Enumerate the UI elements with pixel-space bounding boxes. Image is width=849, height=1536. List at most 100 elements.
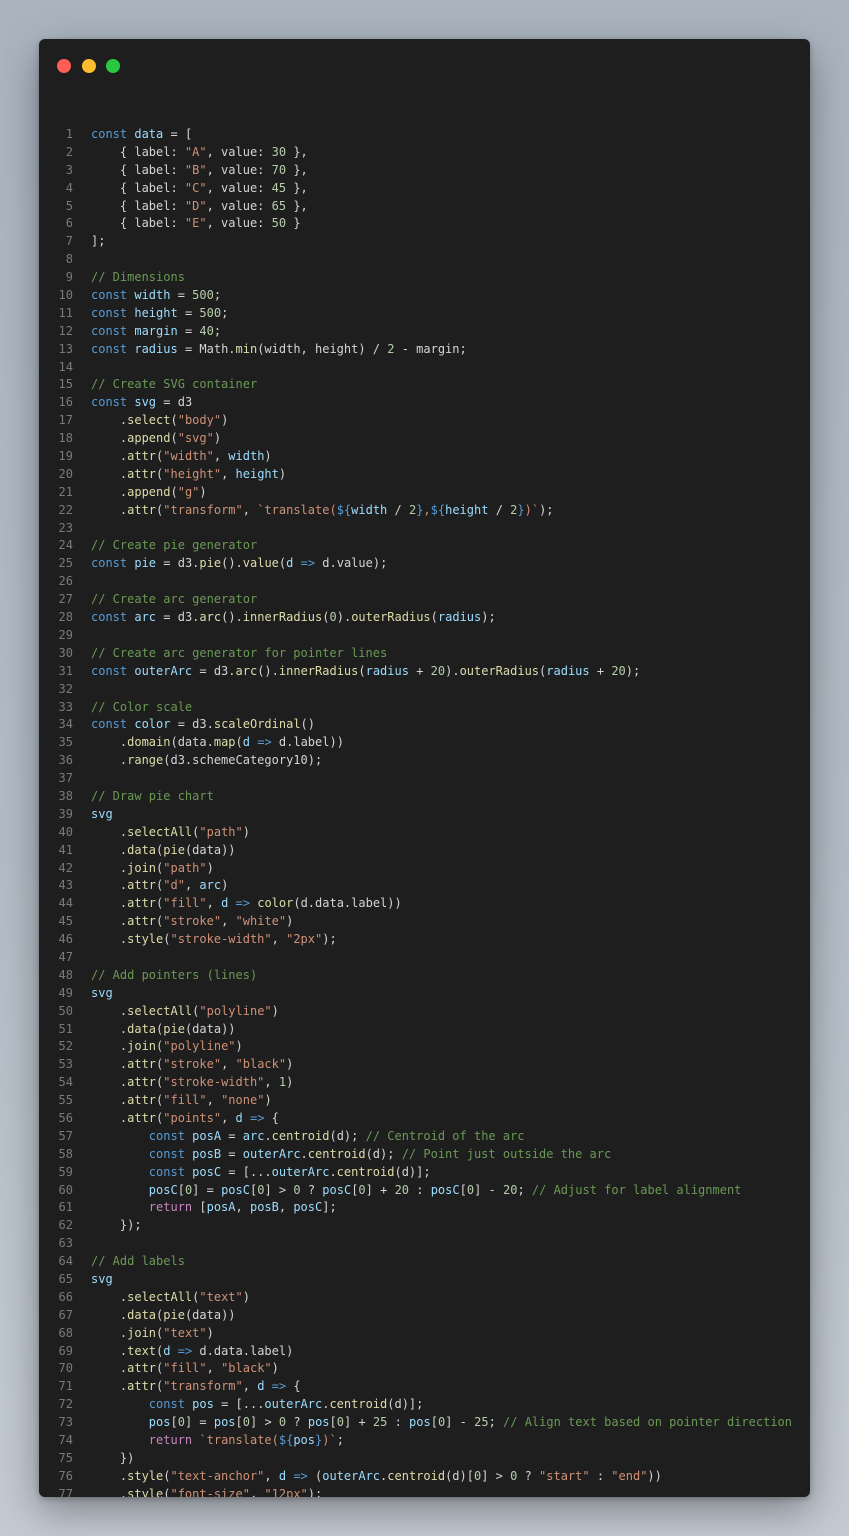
line-number: 34 xyxy=(58,717,73,732)
line-number: 14 xyxy=(58,359,73,374)
code-text: .selectAll("text") xyxy=(91,1289,250,1307)
text-token: . xyxy=(91,413,128,428)
text-token: ] + xyxy=(365,1182,395,1197)
text-token: ( xyxy=(235,735,243,750)
text-token: . xyxy=(329,1164,337,1179)
variable-token: pos xyxy=(148,1415,171,1430)
function-token: attr xyxy=(127,1110,157,1125)
line-number: 72 xyxy=(58,1397,73,1412)
text-token: + xyxy=(408,663,431,678)
function-token: outerRadius xyxy=(459,663,540,678)
function-token: attr xyxy=(127,878,157,893)
line-number: 16 xyxy=(58,395,73,410)
variable-token: svg xyxy=(91,806,113,821)
text-token: : xyxy=(387,1415,410,1430)
variable-token: posC xyxy=(192,1164,222,1179)
code-area[interactable]: 1 const data = [2 { label: "A", value: 30… xyxy=(39,126,810,1497)
line-number: 20 xyxy=(58,466,73,481)
code-text: .attr("width", width) xyxy=(91,448,272,466)
code-line: 75 }) xyxy=(39,1450,810,1468)
function-token: attr xyxy=(127,914,157,929)
text-token: . xyxy=(91,860,128,875)
number-token: 45 xyxy=(271,180,287,195)
line-number: 76 xyxy=(58,1468,73,1483)
keyword-token: const xyxy=(91,610,128,625)
code-text: const outerArc = d3.arc().innerRadius(ra… xyxy=(91,663,640,681)
variable-token: pos xyxy=(293,1433,316,1448)
text-token: ? xyxy=(517,1468,540,1483)
line-number: 70 xyxy=(58,1361,73,1376)
text-token: , value: xyxy=(206,144,272,159)
string-token: "text" xyxy=(163,1325,207,1340)
string-token: "g" xyxy=(177,484,200,499)
line-number: 30 xyxy=(58,645,73,660)
variable-token: posC xyxy=(322,1182,352,1197)
window-titlebar xyxy=(39,39,810,95)
line-number: 32 xyxy=(58,681,73,696)
code-text: .attr("stroke-width", 1) xyxy=(91,1074,293,1092)
minimize-button[interactable] xyxy=(82,59,96,73)
line-number: 26 xyxy=(58,574,73,589)
text-token: [ xyxy=(170,1415,178,1430)
code-text: const svg = d3 xyxy=(91,394,192,412)
string-token: "end" xyxy=(611,1468,648,1483)
maximize-button[interactable] xyxy=(106,59,120,73)
text-token: ]; xyxy=(322,1200,337,1215)
string-token: "fill" xyxy=(163,896,207,911)
function-token: attr xyxy=(127,896,157,911)
number-token: 20 xyxy=(430,663,446,678)
code-text: .attr("transform", `translate(${width / … xyxy=(91,502,554,520)
string-token: "stroke-width" xyxy=(170,932,272,947)
code-line: 21 .append("g") xyxy=(39,484,810,502)
string-token: "svg" xyxy=(177,431,214,446)
text-token: }) xyxy=(91,1450,135,1465)
keyword-token: const xyxy=(91,341,128,356)
function-token: attr xyxy=(127,1075,157,1090)
code-line: 16 const svg = d3 xyxy=(39,394,810,412)
text-token: (d3.schemeCategory10); xyxy=(163,753,323,768)
keyword-token: const xyxy=(148,1164,185,1179)
code-text: const height = 500; xyxy=(91,305,228,323)
code-text: { label: "C", value: 45 }, xyxy=(91,180,308,198)
text-token: (d)[ xyxy=(445,1468,474,1483)
text-token: , xyxy=(235,1200,250,1215)
text-token: { xyxy=(264,1110,279,1125)
function-token: selectAll xyxy=(127,1003,193,1018)
text-token: d.data.label) xyxy=(192,1343,294,1358)
code-line: 1 const data = [ xyxy=(39,126,810,144)
text-token: ); xyxy=(625,663,641,678)
line-number: 8 xyxy=(65,252,73,267)
text-token: )) xyxy=(647,1468,662,1483)
comment-token: // Add labels xyxy=(91,1254,185,1269)
text-token: (d)]; xyxy=(394,1164,431,1179)
code-text: const width = 500; xyxy=(91,287,221,305)
variable-token: posA xyxy=(206,1200,236,1215)
comment-token: // Create arc generator xyxy=(91,592,258,607)
variable-token: d xyxy=(163,1343,171,1358)
text-token: { xyxy=(286,1379,301,1394)
text-token: . xyxy=(91,1039,128,1054)
text-token: , xyxy=(264,1468,279,1483)
text-token: , xyxy=(206,1093,222,1108)
text-token: . xyxy=(91,1361,128,1376)
line-number: 5 xyxy=(65,198,73,213)
text-token: ] > xyxy=(250,1415,279,1430)
text-token: . xyxy=(91,1021,128,1036)
line-number: 59 xyxy=(58,1164,73,1179)
text-token: ) xyxy=(286,914,294,929)
function-token: text xyxy=(127,1343,157,1358)
text-token: . xyxy=(300,1146,308,1161)
text-token: (width, height) / xyxy=(257,341,388,356)
line-number: 21 xyxy=(58,484,73,499)
text-token: . xyxy=(91,484,128,499)
line-number: 75 xyxy=(58,1450,73,1465)
function-token: centroid xyxy=(329,1397,388,1412)
text-token: { label: xyxy=(91,216,185,231)
text-token: (). xyxy=(221,556,243,571)
close-button[interactable] xyxy=(57,59,71,73)
function-token: style xyxy=(127,1468,164,1483)
variable-token: posA xyxy=(192,1128,222,1143)
number-token: 20 xyxy=(394,1182,410,1197)
string-token: "transform" xyxy=(163,1379,243,1394)
